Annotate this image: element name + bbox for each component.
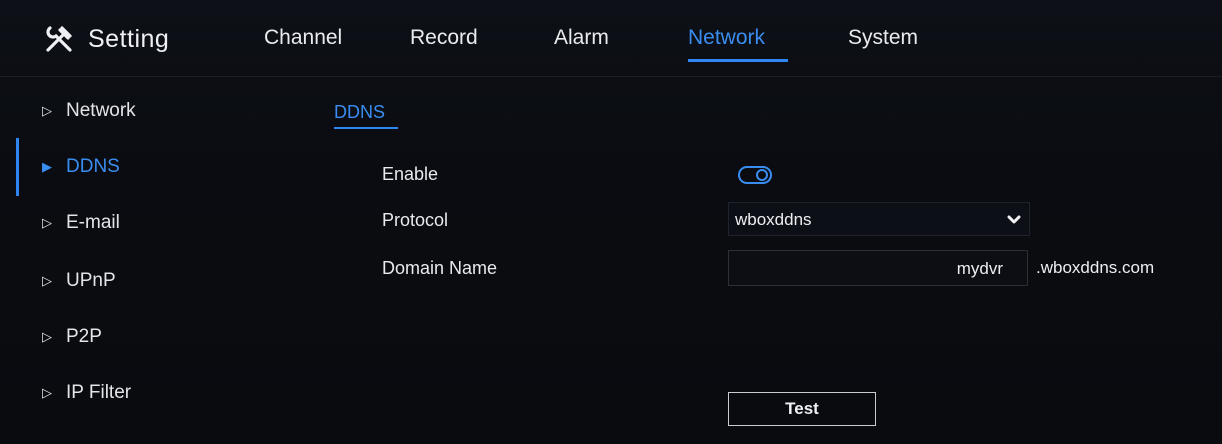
tab-network[interactable]: Network — [688, 26, 765, 50]
sidebar-item-label: P2P — [66, 326, 102, 347]
triangle-outline-right-icon: ▷ — [42, 273, 52, 288]
sidebar-item-label: IP Filter — [66, 382, 132, 403]
domain-name-input[interactable]: mydvr — [728, 250, 1028, 286]
enable-toggle[interactable] — [738, 166, 772, 184]
test-button[interactable]: Test — [728, 392, 876, 426]
tab-channel[interactable]: Channel — [264, 26, 342, 50]
domain-name-label: Domain Name — [382, 258, 498, 278]
triangle-outline-right-icon: ▷ — [42, 329, 52, 344]
triangle-outline-right-icon: ▷ — [42, 215, 52, 230]
tab-system[interactable]: System — [848, 26, 918, 50]
tab-alarm[interactable]: Alarm — [554, 26, 609, 50]
protocol-select[interactable]: wboxddns — [728, 202, 1030, 236]
sidebar-item-p2p[interactable]: ▷ P2P — [42, 326, 102, 348]
toggle-knob — [756, 169, 768, 181]
sidebar-item-label: Network — [66, 100, 136, 121]
subtab-ddns[interactable]: DDNS — [334, 102, 385, 123]
sidebar: ▷ Network ▶ DDNS ▷ E-mail ▷ UPnP ▷ P2P ▷… — [0, 76, 290, 444]
active-tab-indicator — [688, 59, 788, 62]
tab-record[interactable]: Record — [410, 26, 478, 50]
domain-suffix: .wboxddns.com — [1036, 258, 1155, 277]
settings-screen: Setting Channel Record Alarm Network Sys… — [0, 0, 1222, 444]
tools-icon — [46, 26, 72, 52]
protocol-label: Protocol — [382, 210, 449, 230]
sidebar-item-ip-filter[interactable]: ▷ IP Filter — [42, 382, 131, 404]
sidebar-active-indicator — [16, 138, 19, 196]
sidebar-item-network[interactable]: ▷ Network — [42, 100, 136, 122]
triangle-outline-right-icon: ▷ — [42, 385, 52, 400]
page-title: Setting — [88, 24, 170, 53]
chevron-down-icon — [1007, 215, 1021, 224]
sidebar-item-ddns[interactable]: ▶ DDNS — [42, 156, 120, 178]
triangle-outline-right-icon: ▷ — [42, 103, 52, 118]
domain-name-value: mydvr — [956, 259, 1003, 278]
protocol-selected-value: wboxddns — [735, 210, 812, 229]
top-navigation-bar: Setting Channel Record Alarm Network Sys… — [0, 0, 1222, 77]
sidebar-item-email[interactable]: ▷ E-mail — [42, 212, 120, 234]
sidebar-item-label: UPnP — [66, 270, 116, 291]
subtab-indicator — [334, 127, 398, 129]
sidebar-item-label: E-mail — [66, 212, 120, 233]
triangle-filled-right-icon: ▶ — [42, 159, 52, 174]
settings-header: Setting — [42, 22, 169, 56]
enable-label: Enable — [382, 164, 439, 184]
sidebar-item-upnp[interactable]: ▷ UPnP — [42, 270, 116, 292]
sidebar-item-label: DDNS — [66, 156, 120, 177]
